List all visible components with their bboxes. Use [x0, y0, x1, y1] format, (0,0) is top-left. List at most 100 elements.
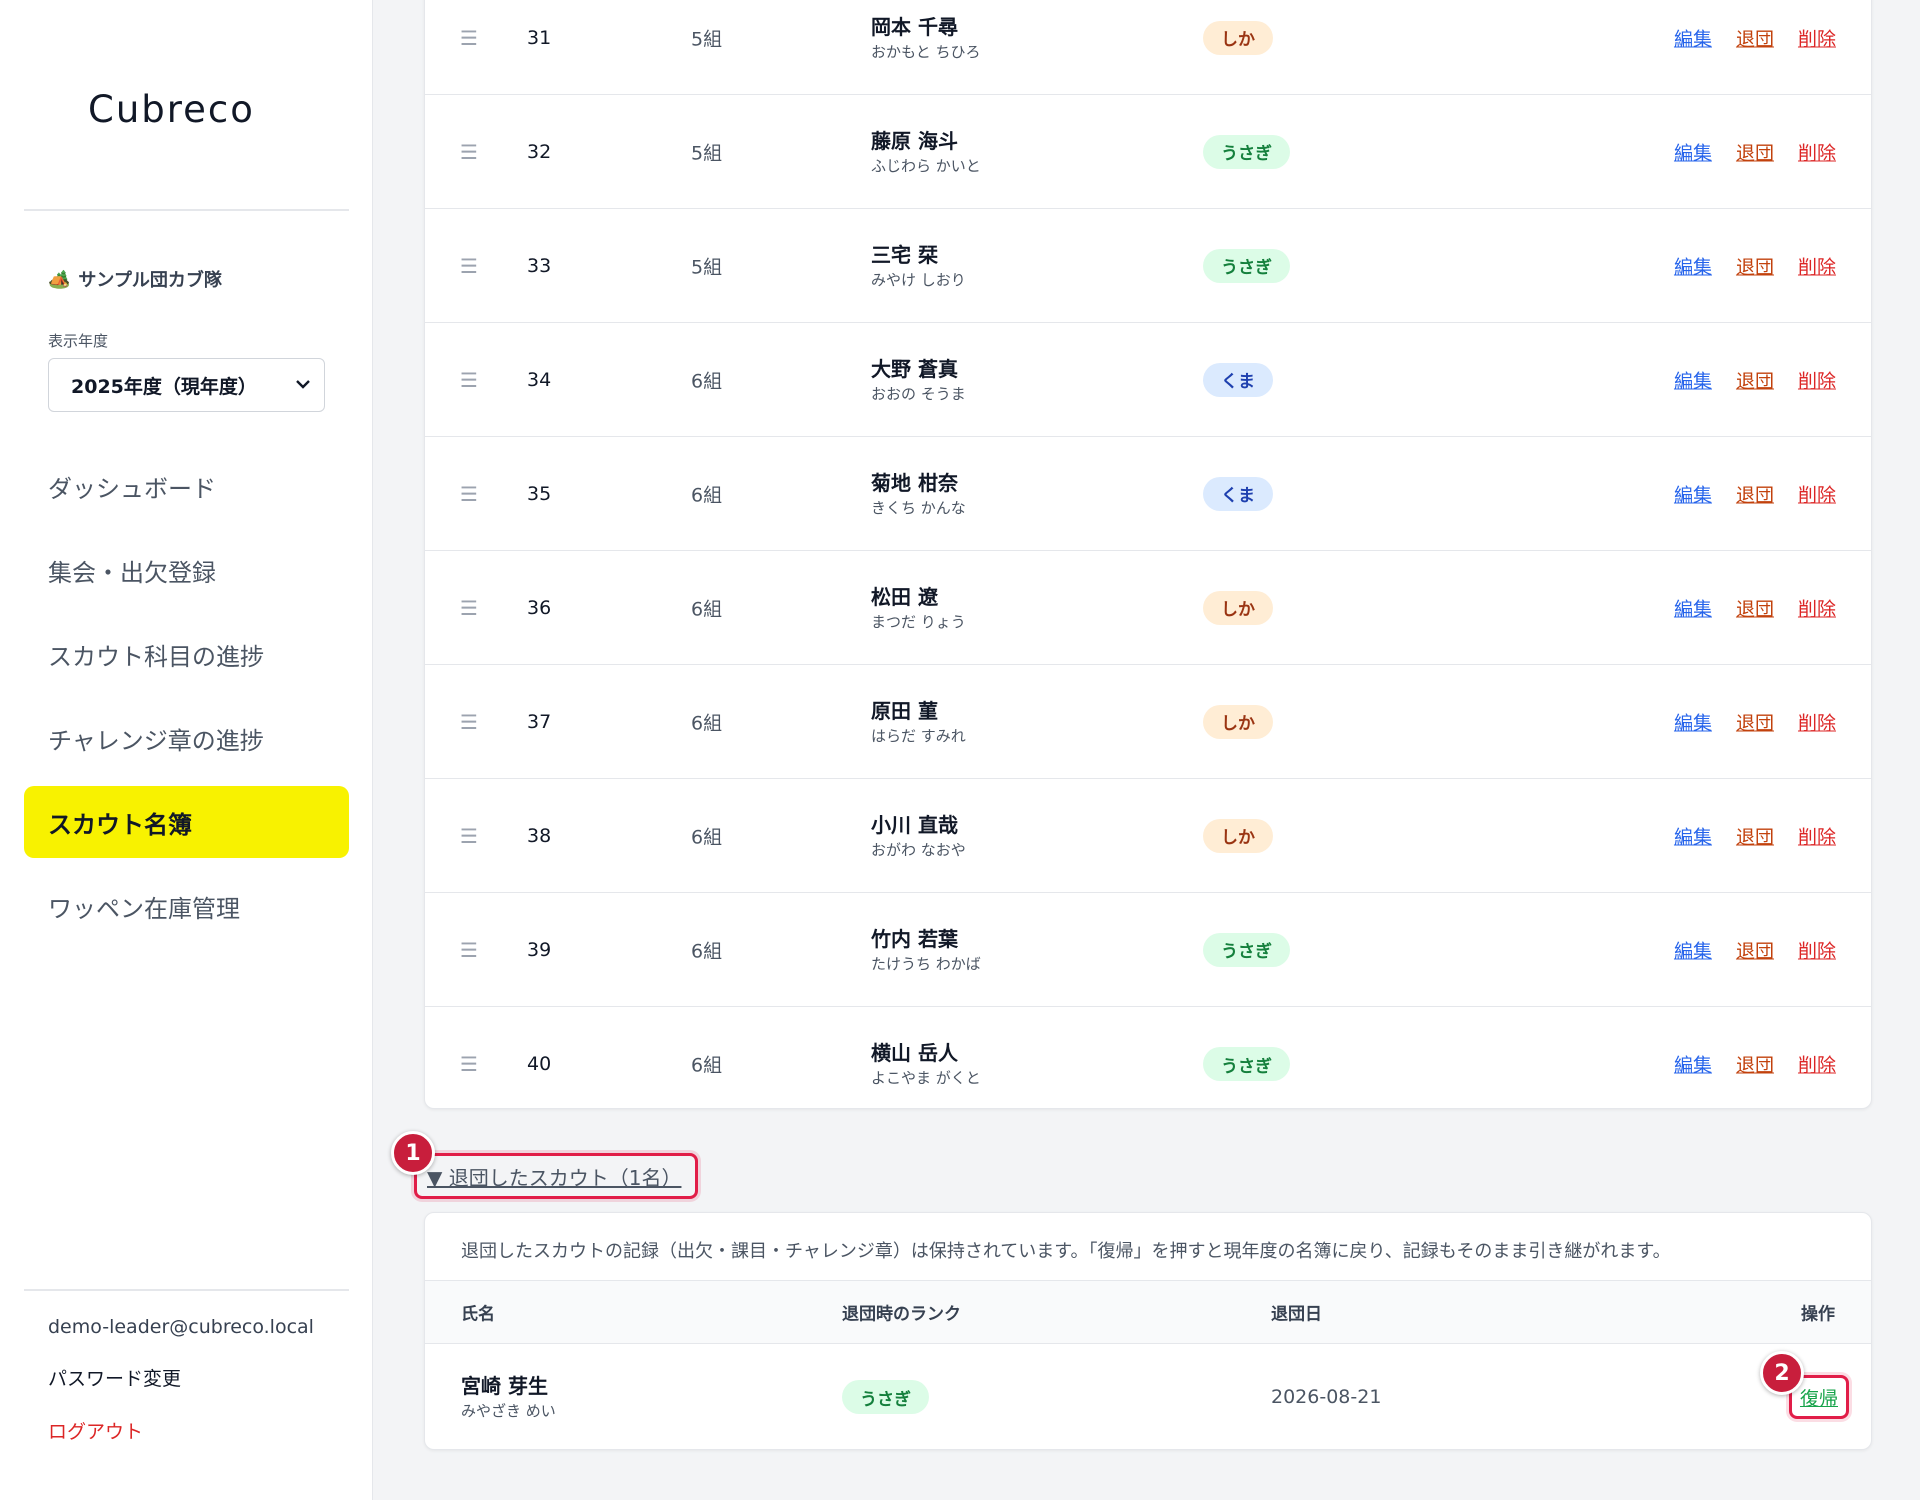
withdraw-link[interactable]: 退団 [1736, 594, 1774, 621]
drag-handle-icon[interactable]: ☰ [460, 368, 478, 392]
troop-name: 🏕️ サンプル団カブ隊 [48, 266, 222, 292]
table-row: ☰ 37 6組 原田 菫はらだ すみれ しか 編集 退団 削除 [425, 665, 1871, 779]
annotation-marker-1: 1 [391, 1131, 435, 1175]
delete-link[interactable]: 削除 [1798, 594, 1836, 621]
row-actions: 編集 退団 削除 [1674, 708, 1836, 735]
withdraw-link[interactable]: 退団 [1736, 24, 1774, 51]
table-row: ☰ 38 6組 小川 直哉 おがわ なおや しか 編集 退団 削除 [425, 779, 1871, 893]
withdraw-link[interactable]: 退団 [1736, 1051, 1774, 1078]
year-label: 表示年度 [48, 332, 109, 350]
drag-handle-icon[interactable]: ☰ [460, 1052, 478, 1076]
scout-name: 竹内 若葉 [871, 926, 958, 951]
delete-link[interactable]: 削除 [1798, 24, 1836, 51]
sidebar-item-4[interactable]: スカウト名簿 [24, 786, 349, 858]
edit-link[interactable]: 編集 [1674, 594, 1712, 621]
drag-handle-icon[interactable]: ☰ [460, 710, 478, 734]
withdraw-link[interactable]: 退団 [1736, 708, 1774, 735]
scout-name-cell: 小川 直哉 おがわ なおや [871, 812, 966, 860]
scout-number: 34 [527, 368, 552, 391]
withdraw-link[interactable]: 退団 [1736, 366, 1774, 393]
withdrawn-row: 宮崎 芽生 みやざき めい うさぎ 2026-08-21 復帰 [425, 1344, 1871, 1450]
scout-name: 横山 岳人 [871, 1041, 958, 1065]
scout-name-cell: 大野 蒼真 おおの そうま [871, 356, 966, 404]
delete-link[interactable]: 削除 [1798, 366, 1836, 393]
withdraw-link[interactable]: 退団 [1736, 138, 1774, 165]
scout-number: 40 [527, 1053, 552, 1075]
edit-link[interactable]: 編集 [1674, 24, 1712, 51]
drag-handle-icon[interactable]: ☰ [460, 824, 478, 848]
table-row: ☰ 32 5組 藤原 海斗 ふじわら かいと うさぎ 編集 退団 削除 [425, 95, 1871, 209]
edit-link[interactable]: 編集 [1674, 480, 1712, 507]
rank-badge: くま [1203, 362, 1273, 397]
edit-link[interactable]: 編集 [1674, 708, 1712, 735]
drag-handle-icon[interactable]: ☰ [460, 596, 478, 620]
edit-link[interactable]: 編集 [1674, 366, 1712, 393]
delete-link[interactable]: 削除 [1798, 822, 1836, 849]
scout-kana: きくち かんな [871, 498, 966, 517]
delete-link[interactable]: 削除 [1798, 252, 1836, 279]
delete-link[interactable]: 削除 [1798, 708, 1836, 735]
drag-handle-icon[interactable]: ☰ [460, 26, 478, 50]
drag-handle-icon[interactable]: ☰ [460, 482, 478, 506]
year-select[interactable]: 2025年度（現年度） [48, 358, 325, 412]
sidebar-item-3[interactable]: チャレンジ章の進捗 [24, 702, 349, 774]
scout-name: 藤原 海斗 [871, 128, 958, 153]
delete-link[interactable]: 削除 [1798, 1051, 1836, 1078]
scout-name: 大野 蒼真 [871, 356, 958, 381]
table-row: ☰ 36 6組 松田 遼まつだ りょう しか 編集 退団 削除 [425, 551, 1871, 665]
scout-name: 岡本 千尋 [871, 14, 958, 39]
withdraw-link[interactable]: 退団 [1736, 822, 1774, 849]
user-email: demo-leader@cubreco.local [48, 1316, 314, 1338]
delete-link[interactable]: 削除 [1798, 480, 1836, 507]
header-rank: 退団時のランク [842, 1304, 961, 1325]
sidebar-item-5[interactable]: ワッペン在庫管理 [24, 870, 349, 942]
drag-handle-icon[interactable]: ☰ [460, 140, 478, 164]
withdraw-link[interactable]: 退団 [1736, 252, 1774, 279]
edit-link[interactable]: 編集 [1674, 936, 1712, 963]
withdrawn-table-header: 氏名 退団時のランク 退団日 操作 [425, 1280, 1871, 1344]
withdraw-link[interactable]: 退団 [1736, 480, 1774, 507]
table-row: ☰ 35 6組 菊地 柑奈 きくち かんな くま 編集 退団 削除 [425, 437, 1871, 551]
rank-badge: しか [1203, 20, 1273, 55]
drag-handle-icon[interactable]: ☰ [460, 254, 478, 278]
logout-link[interactable]: ログアウト [48, 1417, 314, 1444]
drag-handle-icon[interactable]: ☰ [460, 938, 478, 962]
scout-kana: たけうち わかば [871, 954, 981, 973]
table-row: ☰ 39 6組 竹内 若葉 たけうち わかば うさぎ 編集 退団 削除 [425, 893, 1871, 1007]
edit-link[interactable]: 編集 [1674, 1051, 1712, 1078]
edit-link[interactable]: 編集 [1674, 822, 1712, 849]
withdrawn-table: 退団したスカウトの記録（出欠・課目・チャレンジ章）は保持されています。「復帰」を… [424, 1212, 1872, 1450]
withdrawn-toggle[interactable]: ▼ 退団したスカウト（1名） [414, 1153, 698, 1199]
rank-badge: しか [1203, 590, 1273, 625]
app-logo[interactable]: Cubreco [88, 88, 255, 131]
scout-group: 6組 [691, 712, 723, 734]
scout-number: 38 [527, 824, 552, 847]
password-change-link[interactable]: パスワード変更 [48, 1364, 314, 1391]
withdraw-link[interactable]: 退団 [1736, 936, 1774, 963]
sidebar-item-0[interactable]: ダッシュボード [24, 450, 349, 522]
edit-link[interactable]: 編集 [1674, 252, 1712, 279]
row-actions: 編集 退団 削除 [1674, 936, 1836, 963]
delete-link[interactable]: 削除 [1798, 936, 1836, 963]
delete-link[interactable]: 削除 [1798, 138, 1836, 165]
sidebar-nav: ダッシュボード 集会・出欠登録 スカウト科目の進捗 チャレンジ章の進捗 スカウト名簿 ワッ… [24, 450, 349, 954]
scout-number: 37 [527, 710, 552, 733]
edit-link[interactable]: 編集 [1674, 138, 1712, 165]
sidebar-footer: demo-leader@cubreco.local パスワード変更 ログアウト [48, 1316, 314, 1470]
row-actions: 編集 退団 削除 [1674, 138, 1836, 165]
scout-name-cell: 横山 岳人よこやま がくと [871, 1040, 981, 1088]
table-row: ☰ 34 6組 大野 蒼真 おおの そうま くま 編集 退団 削除 [425, 323, 1871, 437]
rank-badge: うさぎ [842, 1380, 929, 1414]
scout-name-cell: 三宅 栞みやけ しおり [871, 242, 966, 290]
rank-badge: うさぎ [1203, 134, 1290, 169]
scout-group: 6組 [691, 1054, 723, 1077]
scout-name-cell: 藤原 海斗 ふじわら かいと [871, 128, 981, 176]
scout-name-cell: 原田 菫はらだ すみれ [871, 698, 966, 746]
sidebar-item-1[interactable]: 集会・出欠登録 [24, 534, 349, 606]
sidebar-item-2[interactable]: スカウト科目の進捗 [24, 618, 349, 690]
table-row: ☰ 33 5組 三宅 栞みやけ しおり うさぎ 編集 退団 削除 [425, 209, 1871, 323]
withdrawn-note: 退団したスカウトの記録（出欠・課目・チャレンジ章）は保持されています。「復帰」を… [461, 1241, 1671, 1262]
row-actions: 編集 退団 削除 [1674, 366, 1836, 393]
scout-kana: よこやま がくと [871, 1069, 981, 1087]
camp-icon: 🏕️ [48, 268, 71, 290]
